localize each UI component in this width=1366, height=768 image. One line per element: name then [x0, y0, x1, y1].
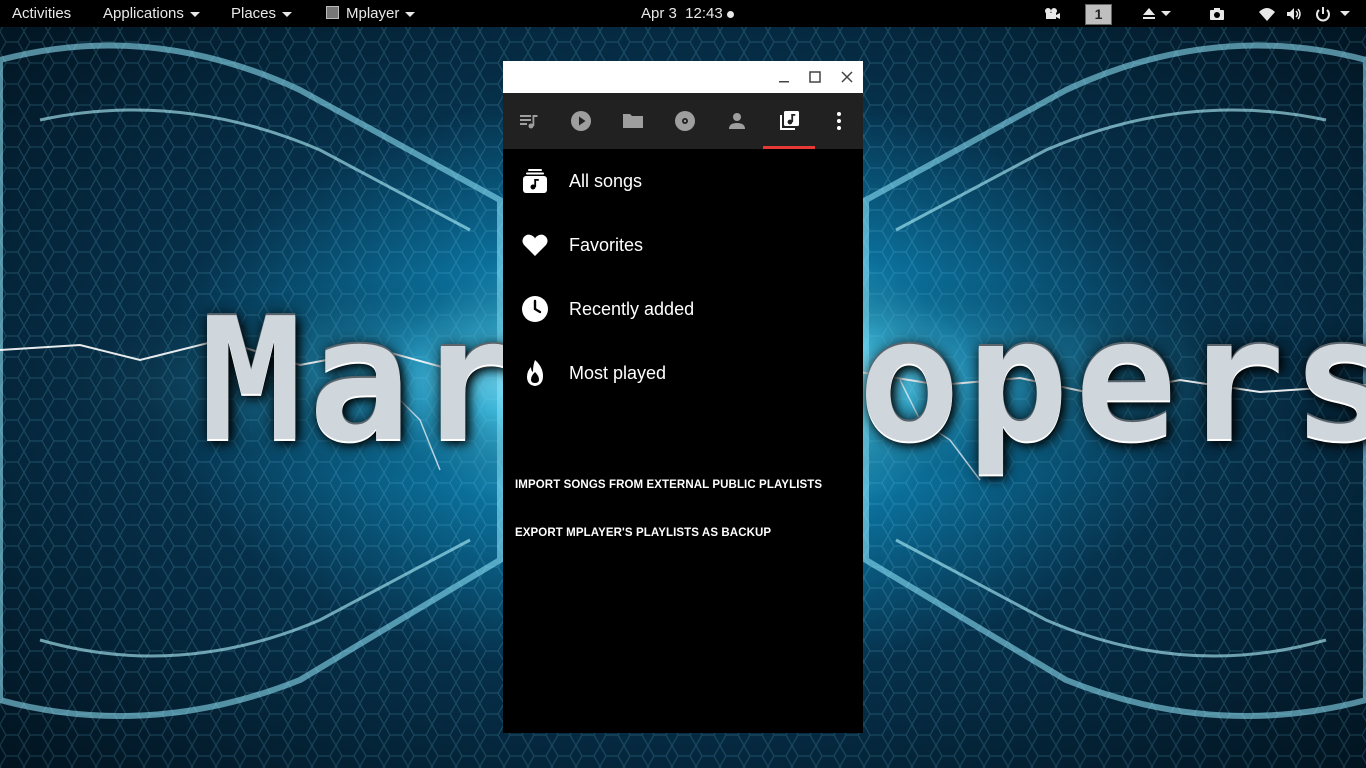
- playlist-most-played[interactable]: Most played: [503, 341, 863, 405]
- close-icon[interactable]: [839, 69, 855, 85]
- top-panel: Activities Applications Places Mplayer A…: [0, 0, 1366, 27]
- playlist-library-icon: [780, 111, 799, 130]
- tab-bar: [503, 93, 863, 149]
- places-menu[interactable]: Places: [231, 0, 293, 27]
- artist-icon: [729, 113, 745, 129]
- window-titlebar[interactable]: [503, 61, 863, 93]
- volume-icon[interactable]: [1285, 5, 1303, 23]
- chevron-down-icon[interactable]: [1161, 11, 1171, 16]
- clock-label: Apr 3 12:43: [641, 5, 723, 22]
- heart-icon: [522, 234, 548, 256]
- chevron-down-icon: [189, 11, 200, 17]
- import-playlists-button[interactable]: IMPORT SONGS FROM EXTERNAL PUBLIC PLAYLI…: [515, 479, 822, 491]
- mplayer-window: All songs Favorites Recently added Most …: [503, 61, 863, 733]
- playlist-favorites[interactable]: Favorites: [503, 213, 863, 277]
- playlist-all-songs[interactable]: All songs: [503, 149, 863, 213]
- minimize-icon[interactable]: [776, 69, 792, 85]
- eject-icon[interactable]: [1140, 5, 1158, 23]
- play-circle-icon: [571, 111, 591, 131]
- tab-now-playing[interactable]: [555, 93, 607, 149]
- video-camera-icon[interactable]: [1043, 5, 1061, 23]
- clock[interactable]: Apr 3 12:43: [641, 0, 734, 27]
- places-label: Places: [231, 5, 277, 22]
- activities-button[interactable]: Activities: [12, 0, 71, 27]
- power-icon[interactable]: [1314, 5, 1332, 23]
- chevron-down-icon: [405, 11, 416, 17]
- activities-label: Activities: [12, 5, 72, 22]
- playlist-label: All songs: [569, 171, 643, 191]
- app-menu[interactable]: Mplayer: [326, 0, 416, 27]
- clock-icon: [522, 296, 548, 322]
- maximize-icon[interactable]: [807, 69, 823, 85]
- flame-icon: [527, 360, 543, 386]
- app-icon: [326, 6, 339, 19]
- tab-artists[interactable]: [711, 93, 763, 149]
- playlist-label: Favorites: [569, 235, 644, 255]
- wifi-icon[interactable]: [1258, 5, 1276, 23]
- tab-folders[interactable]: [607, 93, 659, 149]
- tab-albums[interactable]: [659, 93, 711, 149]
- playlist-label: Recently added: [569, 299, 695, 319]
- export-playlists-button[interactable]: EXPORT MPLAYER'S PLAYLISTS AS BACKUP: [515, 527, 771, 539]
- folder-icon: [623, 114, 643, 128]
- workspace-indicator[interactable]: 1: [1085, 4, 1112, 25]
- tab-queue[interactable]: [503, 93, 555, 149]
- playlists-panel: All songs Favorites Recently added Most …: [503, 149, 863, 733]
- wallpaper-text-right: opers: [858, 282, 1366, 480]
- album-icon: [675, 111, 695, 131]
- applications-label: Applications: [103, 5, 184, 22]
- tab-playlists[interactable]: [763, 93, 815, 149]
- chevron-down-icon[interactable]: [1340, 11, 1350, 16]
- playlist-label: Most played: [569, 363, 667, 383]
- overflow-menu-button[interactable]: [815, 93, 863, 149]
- all-songs-icon: [523, 169, 547, 193]
- queue-music-icon: [520, 115, 538, 129]
- screenshot-icon[interactable]: [1208, 5, 1226, 23]
- playlist-recently-added[interactable]: Recently added: [503, 277, 863, 341]
- applications-menu[interactable]: Applications: [103, 0, 200, 27]
- chevron-down-icon: [282, 11, 293, 17]
- more-vert-icon: [837, 112, 841, 130]
- app-menu-label: Mplayer: [346, 5, 400, 22]
- notification-dot-icon: [726, 10, 734, 18]
